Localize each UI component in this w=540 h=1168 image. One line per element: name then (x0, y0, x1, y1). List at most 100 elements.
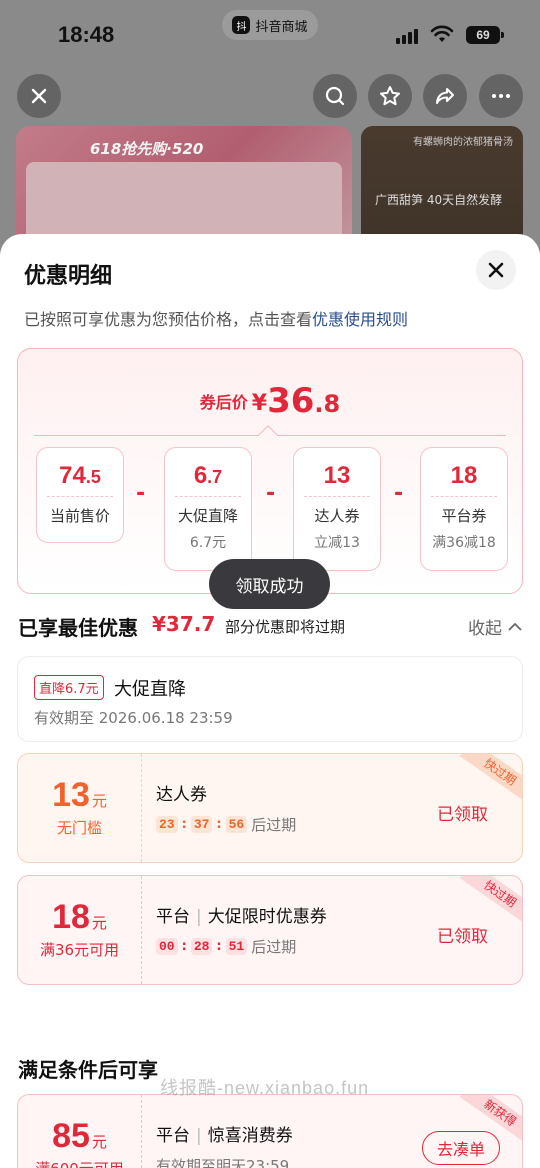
collapse-button[interactable]: 收起 (468, 614, 522, 639)
douyin-logo-icon: 抖 (232, 16, 251, 34)
best-discount-title: 已享最佳优惠 (18, 616, 138, 640)
coupon-title-sub: 惊喜消费券 (207, 1126, 293, 1146)
battery-icon: 69 (466, 26, 504, 44)
discount-detail-sheet: 优惠明细 已按照可享优惠为您预估价格，点击查看优惠使用规则 券后价 ¥36.8 7… (0, 234, 540, 1168)
breakdown-value: 13 (323, 462, 351, 489)
breakdown-value: 74 (59, 462, 86, 489)
coupon-condition: 满600元可用 (18, 1158, 141, 1168)
countdown-minutes: 37 (190, 816, 213, 833)
breakdown-sub: 立减13 (314, 535, 360, 551)
star-icon (380, 86, 400, 106)
breakdown-name: 当前售价 (49, 507, 110, 525)
coupon-condition: 无门槛 (56, 819, 102, 837)
promo-tag: 直降6.7元 (34, 675, 104, 700)
promo-validity: 有效期至 2026.06.18 23:59 (34, 709, 233, 727)
countdown-minutes: 28 (190, 938, 213, 955)
minus-operator: - (136, 481, 146, 506)
coupon-unit: 元 (91, 1134, 107, 1151)
countdown-seconds: 51 (225, 938, 248, 955)
coupon-title-text: 平台 (156, 907, 190, 927)
breakdown-value: 18 (450, 462, 478, 489)
coupon-title: 达人券 (156, 780, 207, 805)
minus-operator: - (394, 481, 404, 506)
coupon-unit: 元 (91, 915, 107, 932)
countdown-hours: 00 (156, 938, 178, 955)
divider-notch (258, 425, 278, 445)
coupon-amount-block: 85元 满600元可用 (18, 1095, 142, 1168)
breakdown-influencer-coupon: 13 达人券 立减13 (293, 447, 381, 571)
coupon-title-text: 平台 (156, 1126, 190, 1146)
coupon-amount: 85 (52, 1117, 90, 1155)
coupon-validity: 有效期至明天23:59 (156, 1155, 289, 1168)
wifi-icon (430, 25, 454, 42)
divider (175, 496, 241, 497)
coupon-title: 平台 | 大促限时优惠券 (156, 907, 327, 927)
breakdown-sub: 满36减18 (432, 535, 496, 551)
price-decimal: .8 (314, 390, 341, 418)
best-discount-header: 已享最佳优惠 ¥37.7 部分优惠即将过期 收起 (18, 612, 522, 642)
expiring-ribbon: 快过期 (459, 876, 522, 927)
divider (47, 496, 113, 497)
coupon-amount: 13 (52, 776, 90, 814)
countdown-hours: 23 (156, 816, 178, 833)
coupon-card-platform[interactable]: 18 元 满36元可用 平台 | 大促限时优惠券 00: 28: 51 后过期 已领取… (17, 875, 523, 985)
coupon-title: 平台 | 惊喜消费券 (156, 1126, 293, 1146)
add-items-button[interactable]: 去凑单 (422, 1131, 500, 1165)
coupon-card-influencer[interactable]: 13 元 无门槛 达人券 23: 37: 56 后过期 已领取 快过期 (17, 753, 523, 863)
more-icon (492, 94, 510, 98)
expiry-note: 部分优惠即将过期 (225, 618, 346, 636)
sheet-description: 已按照可享优惠为您预估价格，点击查看优惠使用规则 (24, 306, 408, 330)
coupon-validity-text: 有效期至明天23:59 (156, 1157, 290, 1168)
favorite-button[interactable] (368, 74, 412, 118)
app-pill[interactable]: 抖 抖音商城 (222, 10, 318, 40)
banner-text: 有螺蛳肉的浓郁猪骨汤 (413, 137, 513, 148)
banner-tag: 618抢先购·520 (90, 140, 204, 158)
breakdown-current-price: 74.5 当前售价 (36, 447, 124, 543)
countdown-suffix: 后过期 (251, 938, 297, 956)
coupon-status: 已领取 (437, 805, 488, 825)
sheet-title: 优惠明细 (24, 264, 113, 289)
coupon-amount: 18 (52, 898, 90, 936)
minus-operator: - (266, 481, 276, 506)
breakdown-promo-discount: 6.7 大促直降 6.7元 (164, 447, 252, 571)
divider (304, 496, 370, 497)
breakdown-platform-coupon: 18 平台券 满36减18 (420, 447, 508, 571)
share-icon (436, 88, 454, 104)
breakdown-value: 6 (193, 462, 208, 489)
close-page-button[interactable] (17, 74, 61, 118)
price-card: 券后价 ¥36.8 74.5 当前售价 - 6.7 大促直降 6.7元 - 13 … (17, 348, 523, 594)
promo-discount-card: 直降6.7元 大促直降 有效期至 2026.06.18 23:59 (17, 656, 523, 742)
after-coupon-price: 券后价 ¥36.8 (18, 381, 522, 421)
search-button[interactable] (313, 74, 357, 118)
coupon-amount-block: 18 元 满36元可用 (18, 876, 142, 984)
currency-symbol: ¥ (251, 391, 268, 416)
breakdown-name: 大促直降 (177, 507, 238, 525)
coupon-title-text: 达人券 (156, 785, 207, 805)
breakdown-sub: 6.7元 (189, 535, 227, 551)
coupon-condition: 满36元可用 (39, 941, 120, 959)
coupon-countdown: 23: 37: 56 后过期 (156, 814, 296, 835)
best-discount-amount: ¥37.7 (152, 612, 216, 636)
more-button[interactable] (479, 74, 523, 118)
sheet-close-button[interactable] (476, 250, 516, 290)
app-pill-label: 抖音商城 (255, 19, 308, 35)
promo-name: 大促直降 (114, 679, 186, 700)
signal-icon (396, 28, 418, 44)
after-coupon-label: 券后价 (199, 393, 248, 412)
banner-text: 广西甜笋 40天自然发酵 (375, 193, 503, 207)
coupon-unit: 元 (91, 793, 107, 810)
watermark: 线报酷-new.xianbao.fun (160, 1078, 370, 1098)
coupon-card-surprise[interactable]: 85元 满600元可用 平台|惊喜消费券 有效期至明天23:59 去凑单 新获得 (17, 1094, 523, 1168)
countdown-seconds: 56 (225, 816, 248, 833)
coupon-countdown: 00: 28: 51 后过期 (156, 936, 296, 957)
breakdown-value-decimal: .7 (207, 467, 223, 487)
rules-link[interactable]: 优惠使用规则 (312, 310, 408, 329)
expiring-ribbon: 快过期 (459, 754, 522, 805)
coupon-amount-block: 13 元 无门槛 (18, 754, 142, 862)
countdown-suffix: 后过期 (251, 816, 297, 834)
description-text: 已按照可享优惠为您预估价格，点击查看 (24, 310, 313, 329)
share-button[interactable] (423, 74, 467, 118)
close-icon (31, 88, 47, 104)
search-icon (325, 86, 345, 106)
divider (431, 496, 497, 497)
